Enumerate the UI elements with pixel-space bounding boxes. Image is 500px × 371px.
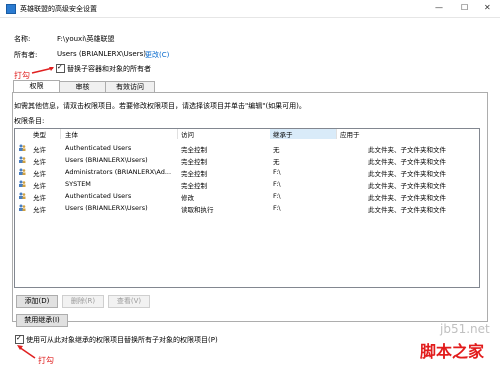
header-inherited-from[interactable]: 继承于 (273, 129, 293, 139)
table-row[interactable]: 允许 SYSTEM 完全控制 F:\ 此文件夹、子文件夹和文件 (15, 179, 477, 190)
cell-inherited-from: F:\ (273, 168, 281, 176)
cell-applies-to: 此文件夹、子文件夹和文件 (368, 182, 446, 190)
cell-principal: Users (BRIANLERX\Users) (65, 204, 148, 212)
cell-inherited-from: 无 (273, 146, 280, 154)
minimize-icon[interactable]: — (435, 3, 443, 12)
cell-access: 完全控制 (181, 170, 207, 178)
disable-inheritance-button[interactable]: 禁用继承(I) (16, 314, 68, 327)
replace-child-permissions-label: 使用可从此对象继承的权限项目替换所有子对象的权限项目(P) (26, 336, 218, 344)
header-applies-to[interactable]: 应用于 (340, 129, 360, 139)
cell-applies-to: 此文件夹、子文件夹和文件 (368, 194, 446, 202)
cell-applies-to: 此文件夹、子文件夹和文件 (368, 146, 446, 154)
cell-access: 修改 (181, 194, 194, 202)
maximize-icon[interactable]: ☐ (461, 3, 468, 12)
users-icon (19, 192, 26, 199)
cell-inherited-from: F:\ (273, 204, 281, 212)
cell-principal: Administrators (BRIANLERX\Ad... (65, 168, 172, 176)
folder-icon (6, 4, 16, 14)
users-icon (19, 180, 26, 187)
arrow-icon (17, 345, 36, 359)
entries-label: 权限条目: (14, 117, 45, 125)
change-owner-link[interactable]: 更改(C) (145, 50, 169, 60)
cell-applies-to: 此文件夹、子文件夹和文件 (368, 158, 446, 166)
users-icon (19, 204, 26, 211)
header-divider (336, 129, 337, 139)
cell-principal: Authenticated Users (65, 192, 132, 200)
add-button[interactable]: 添加(D) (16, 295, 58, 308)
cell-inherited-from: F:\ (273, 180, 281, 188)
cell-type: 允许 (33, 206, 46, 214)
owner-value: Users (BRIANLERX\Users) (57, 50, 146, 58)
owner-label: 所有者: (14, 51, 38, 59)
cell-type: 允许 (33, 194, 46, 202)
cell-type: 允许 (33, 170, 46, 178)
cell-access: 完全控制 (181, 146, 207, 154)
cell-applies-to: 此文件夹、子文件夹和文件 (368, 206, 446, 214)
cell-access: 读取和执行 (181, 206, 214, 214)
table-row[interactable]: 允许 Users (BRIANLERX\Users) 完全控制 无 此文件夹、子… (15, 155, 477, 166)
remove-button[interactable]: 删除(R) (62, 295, 104, 308)
watermark-url: jb51.net (440, 322, 490, 336)
replace-owner-checkbox[interactable] (56, 64, 65, 73)
cell-inherited-from: F:\ (273, 192, 281, 200)
users-icon (19, 144, 26, 151)
cell-principal: Users (BRIANLERX\Users) (65, 156, 148, 164)
close-icon[interactable]: ✕ (484, 3, 491, 12)
table-row[interactable]: 允许 Authenticated Users 修改 F:\ 此文件夹、子文件夹和… (15, 191, 477, 202)
instructions-text: 如需其他信息，请双击权限项目。若要修改权限项目，请选择该项目并单击"编辑"(如果… (14, 102, 306, 110)
cell-type: 允许 (33, 158, 46, 166)
cell-access: 完全控制 (181, 158, 207, 166)
header-divider (60, 129, 61, 139)
header-divider (177, 129, 178, 139)
cell-principal: SYSTEM (65, 180, 91, 188)
table-row[interactable]: 允许 Users (BRIANLERX\Users) 读取和执行 F:\ 此文件… (15, 203, 477, 214)
table-row[interactable]: 允许 Administrators (BRIANLERX\Ad... 完全控制 … (15, 167, 477, 178)
replace-child-permissions-checkbox[interactable] (15, 335, 24, 344)
arrow-icon (31, 67, 54, 74)
header-access[interactable]: 访问 (181, 129, 194, 139)
window-title: 英雄联盟的高级安全设置 (20, 5, 97, 13)
users-icon (19, 168, 26, 175)
name-value: F:\youxi\英雄联盟 (57, 35, 115, 43)
annotation-check-bottom: 打勾 (38, 356, 54, 365)
cell-applies-to: 此文件夹、子文件夹和文件 (368, 170, 446, 178)
replace-owner-label: 替换子容器和对象的所有者 (67, 65, 151, 73)
header-type[interactable]: 类型 (33, 129, 46, 139)
cell-principal: Authenticated Users (65, 144, 132, 152)
view-button[interactable]: 查看(V) (108, 295, 150, 308)
cell-inherited-from: 无 (273, 158, 280, 166)
watermark-logo: 脚本之家 (420, 342, 485, 361)
cell-type: 允许 (33, 146, 46, 154)
table-row[interactable]: 允许 Authenticated Users 完全控制 无 此文件夹、子文件夹和… (15, 143, 477, 154)
users-icon (19, 156, 26, 163)
header-principal[interactable]: 主体 (65, 129, 78, 139)
cell-type: 允许 (33, 182, 46, 190)
name-label: 名称: (14, 35, 31, 43)
cell-access: 完全控制 (181, 182, 207, 190)
